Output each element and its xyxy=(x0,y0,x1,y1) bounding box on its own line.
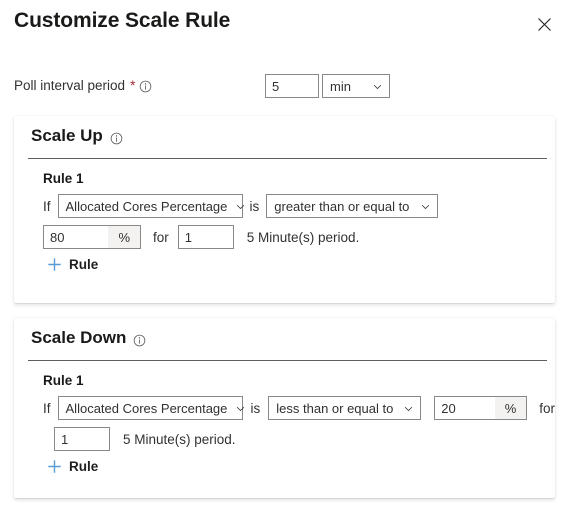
chevron-down-icon xyxy=(372,81,383,92)
page-title: Customize Scale Rule xyxy=(14,9,231,32)
poll-interval-row: Poll interval period * min xyxy=(0,74,570,102)
poll-interval-unit-dropdown[interactable]: min xyxy=(322,74,390,98)
plus-icon xyxy=(47,257,62,272)
info-icon[interactable] xyxy=(133,334,146,347)
scale-down-for-word: for xyxy=(539,400,556,416)
info-icon[interactable] xyxy=(110,132,123,145)
scale-up-rule-threshold-row: % for 5 Minute(s) period. xyxy=(43,225,359,249)
scale-down-duration-input[interactable] xyxy=(54,427,110,451)
required-marker: * xyxy=(130,78,136,93)
scale-down-if-word: If xyxy=(43,400,51,416)
scale-up-title: Scale Up xyxy=(31,126,123,146)
scale-up-duration-tail: 5 Minute(s) period. xyxy=(246,229,360,245)
scale-up-is-word: is xyxy=(249,198,260,214)
scale-down-card-header: Scale Down xyxy=(14,318,555,361)
scale-down-add-rule-button[interactable]: Rule xyxy=(47,459,98,474)
scale-down-rule-label: Rule 1 xyxy=(43,373,84,388)
scale-up-for-word: for xyxy=(153,229,169,245)
scale-up-rule-condition-row: If Allocated Cores Percentage is greater… xyxy=(43,194,439,218)
chevron-down-icon xyxy=(235,201,246,212)
poll-interval-input[interactable] xyxy=(265,74,319,98)
scale-down-rule-duration-row: 5 Minute(s) period. xyxy=(54,427,236,451)
scale-down-header-divider xyxy=(28,360,547,361)
scale-down-card: Scale Down Rule 1 If Allocated Cores Per… xyxy=(14,318,555,498)
scale-down-operator-dropdown[interactable]: less than or equal to xyxy=(268,396,422,420)
chevron-down-icon xyxy=(420,201,431,212)
scale-up-rule-label: Rule 1 xyxy=(43,171,84,186)
scale-down-metric-value: Allocated Cores Percentage xyxy=(65,400,228,416)
scale-up-threshold-field[interactable]: % xyxy=(43,225,141,249)
scale-down-threshold-input[interactable] xyxy=(435,397,495,419)
scale-up-metric-dropdown[interactable]: Allocated Cores Percentage xyxy=(57,194,246,218)
close-icon xyxy=(537,17,552,32)
scale-down-threshold-unit: % xyxy=(494,397,527,419)
poll-interval-label: Poll interval period * xyxy=(14,78,152,93)
close-button[interactable] xyxy=(532,12,556,36)
scale-up-card: Scale Up Rule 1 If Allocated Cores Perce… xyxy=(14,116,555,303)
scale-up-add-rule-label: Rule xyxy=(69,257,99,272)
scale-down-add-rule-label: Rule xyxy=(69,459,99,474)
scale-up-operator-value: greater than or equal to xyxy=(274,198,410,214)
scale-up-title-text: Scale Up xyxy=(31,126,103,145)
scale-down-metric-dropdown[interactable]: Allocated Cores Percentage xyxy=(57,396,246,420)
scale-down-title: Scale Down xyxy=(31,328,146,348)
plus-icon xyxy=(47,459,62,474)
panel-header: Customize Scale Rule xyxy=(0,0,570,50)
info-icon[interactable] xyxy=(139,80,152,93)
scale-up-threshold-input[interactable] xyxy=(44,226,109,248)
scale-down-threshold-field[interactable]: % xyxy=(434,396,528,420)
scale-up-threshold-unit: % xyxy=(108,226,140,248)
scale-down-duration-tail: 5 Minute(s) period. xyxy=(123,431,236,447)
scale-up-add-rule-button[interactable]: Rule xyxy=(47,257,98,272)
scale-down-rule-condition-row: If Allocated Cores Percentage is less th… xyxy=(43,396,555,420)
poll-interval-label-text: Poll interval period xyxy=(14,78,126,93)
scale-up-operator-dropdown[interactable]: greater than or equal to xyxy=(266,194,439,218)
chevron-down-icon xyxy=(235,403,246,414)
chevron-down-icon xyxy=(403,403,414,414)
scale-up-metric-value: Allocated Cores Percentage xyxy=(65,198,228,214)
scale-down-title-text: Scale Down xyxy=(31,328,127,347)
poll-interval-unit-value: min xyxy=(330,78,351,94)
scale-up-header-divider xyxy=(28,158,547,159)
scale-up-if-word: If xyxy=(43,198,51,214)
scale-up-card-header: Scale Up xyxy=(14,116,555,159)
scale-down-is-word: is xyxy=(250,400,261,416)
scale-up-duration-input[interactable] xyxy=(177,225,234,249)
scale-down-operator-value: less than or equal to xyxy=(276,400,394,416)
